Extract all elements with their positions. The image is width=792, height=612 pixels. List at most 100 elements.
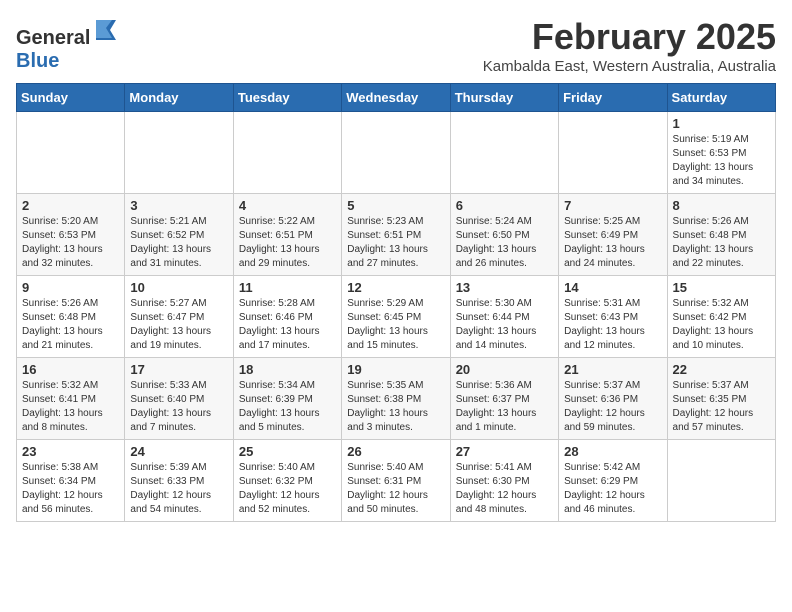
calendar-week-5: 23 Sunrise: 5:38 AM Sunset: 6:34 PM Dayli… [17,440,776,522]
calendar-week-2: 2 Sunrise: 5:20 AM Sunset: 6:53 PM Daylig… [17,194,776,276]
day-info: Sunrise: 5:39 AM Sunset: 6:33 PM Dayligh… [130,461,227,517]
calendar-cell: 27 Sunrise: 5:41 AM Sunset: 6:30 PM Dayli… [450,440,558,522]
calendar-cell: 10Sunrise: 5:27 AM Sunset: 6:47 PM Dayli… [125,276,233,358]
day-info: Sunrise: 5:19 AM Sunset: 6:53 PM Dayligh… [673,133,770,189]
day-info: Sunrise: 5:31 AM Sunset: 6:43 PM Dayligh… [564,297,661,353]
column-header-friday: Friday [559,84,667,112]
day-number: 16 [22,362,119,377]
day-number: 13 [456,280,553,295]
calendar-cell: 1 Sunrise: 5:19 AM Sunset: 6:53 PM Daylig… [667,112,775,194]
day-info: Sunrise: 5:33 AM Sunset: 6:40 PM Dayligh… [130,379,227,435]
day-info: Sunrise: 5:32 AM Sunset: 6:42 PM Dayligh… [673,297,770,353]
day-info: Sunrise: 5:28 AM Sunset: 6:46 PM Dayligh… [239,297,336,353]
day-number: 1 [673,116,770,131]
logo-general: General [16,27,90,49]
day-number: 22 [673,362,770,377]
day-info: Sunrise: 5:29 AM Sunset: 6:45 PM Dayligh… [347,297,444,353]
day-info: Sunrise: 5:37 AM Sunset: 6:36 PM Dayligh… [564,379,661,435]
column-header-tuesday: Tuesday [233,84,341,112]
day-info: Sunrise: 5:20 AM Sunset: 6:53 PM Dayligh… [22,215,119,271]
day-number: 27 [456,444,553,459]
calendar-cell: 6 Sunrise: 5:24 AM Sunset: 6:50 PM Daylig… [450,194,558,276]
calendar-week-1: 1 Sunrise: 5:19 AM Sunset: 6:53 PM Daylig… [17,112,776,194]
day-number: 19 [347,362,444,377]
day-number: 17 [130,362,227,377]
day-number: 18 [239,362,336,377]
day-info: Sunrise: 5:23 AM Sunset: 6:51 PM Dayligh… [347,215,444,271]
day-number: 8 [673,198,770,213]
calendar-cell [233,112,341,194]
column-header-saturday: Saturday [667,84,775,112]
logo-flag-icon [92,16,120,44]
day-info: Sunrise: 5:21 AM Sunset: 6:52 PM Dayligh… [130,215,227,271]
day-info: Sunrise: 5:42 AM Sunset: 6:29 PM Dayligh… [564,461,661,517]
calendar-cell: 15 Sunrise: 5:32 AM Sunset: 6:42 PM Dayli… [667,276,775,358]
calendar-cell: 24 Sunrise: 5:39 AM Sunset: 6:33 PM Dayli… [125,440,233,522]
calendar-cell [342,112,450,194]
day-info: Sunrise: 5:24 AM Sunset: 6:50 PM Dayligh… [456,215,553,271]
calendar-cell: 8 Sunrise: 5:26 AM Sunset: 6:48 PM Daylig… [667,194,775,276]
day-number: 24 [130,444,227,459]
calendar-cell: 20Sunrise: 5:36 AM Sunset: 6:37 PM Dayli… [450,358,558,440]
calendar-cell: 4 Sunrise: 5:22 AM Sunset: 6:51 PM Daylig… [233,194,341,276]
title-block: February 2025 Kambalda East, Western Aus… [483,16,776,75]
calendar-cell: 21 Sunrise: 5:37 AM Sunset: 6:36 PM Dayli… [559,358,667,440]
calendar-cell [559,112,667,194]
day-number: 9 [22,280,119,295]
day-number: 14 [564,280,661,295]
calendar-cell: 5 Sunrise: 5:23 AM Sunset: 6:51 PM Daylig… [342,194,450,276]
calendar-cell: 28 Sunrise: 5:42 AM Sunset: 6:29 PM Dayli… [559,440,667,522]
column-header-wednesday: Wednesday [342,84,450,112]
calendar-cell: 12 Sunrise: 5:29 AM Sunset: 6:45 PM Dayli… [342,276,450,358]
day-info: Sunrise: 5:27 AM Sunset: 6:47 PM Dayligh… [130,297,227,353]
calendar-cell [17,112,125,194]
day-number: 26 [347,444,444,459]
calendar-cell: 25Sunrise: 5:40 AM Sunset: 6:32 PM Dayli… [233,440,341,522]
calendar-cell [125,112,233,194]
calendar-cell: 9Sunrise: 5:26 AM Sunset: 6:48 PM Daylig… [17,276,125,358]
day-number: 11 [239,280,336,295]
day-info: Sunrise: 5:22 AM Sunset: 6:51 PM Dayligh… [239,215,336,271]
location-subtitle: Kambalda East, Western Australia, Austra… [483,58,776,75]
calendar-cell: 14 Sunrise: 5:31 AM Sunset: 6:43 PM Dayli… [559,276,667,358]
day-number: 20 [456,362,553,377]
day-info: Sunrise: 5:32 AM Sunset: 6:41 PM Dayligh… [22,379,119,435]
day-number: 21 [564,362,661,377]
day-info: Sunrise: 5:40 AM Sunset: 6:31 PM Dayligh… [347,461,444,517]
column-header-sunday: Sunday [17,84,125,112]
day-number: 5 [347,198,444,213]
day-number: 3 [130,198,227,213]
logo: General Blue [16,16,120,73]
page-header: General Blue February 2025 Kambalda East… [16,16,776,75]
calendar-table: SundayMondayTuesdayWednesdayThursdayFrid… [16,83,776,522]
day-info: Sunrise: 5:30 AM Sunset: 6:44 PM Dayligh… [456,297,553,353]
day-number: 7 [564,198,661,213]
calendar-week-3: 9Sunrise: 5:26 AM Sunset: 6:48 PM Daylig… [17,276,776,358]
day-number: 4 [239,198,336,213]
day-number: 6 [456,198,553,213]
calendar-cell: 7 Sunrise: 5:25 AM Sunset: 6:49 PM Daylig… [559,194,667,276]
calendar-cell: 17 Sunrise: 5:33 AM Sunset: 6:40 PM Dayli… [125,358,233,440]
column-header-monday: Monday [125,84,233,112]
calendar-cell: 23 Sunrise: 5:38 AM Sunset: 6:34 PM Dayli… [17,440,125,522]
day-info: Sunrise: 5:26 AM Sunset: 6:48 PM Dayligh… [673,215,770,271]
day-number: 28 [564,444,661,459]
day-info: Sunrise: 5:25 AM Sunset: 6:49 PM Dayligh… [564,215,661,271]
calendar-cell: 26 Sunrise: 5:40 AM Sunset: 6:31 PM Dayli… [342,440,450,522]
month-title: February 2025 [483,16,776,58]
calendar-cell: 22Sunrise: 5:37 AM Sunset: 6:35 PM Dayli… [667,358,775,440]
calendar-cell [667,440,775,522]
calendar-header-row: SundayMondayTuesdayWednesdayThursdayFrid… [17,84,776,112]
calendar-cell: 18Sunrise: 5:34 AM Sunset: 6:39 PM Dayli… [233,358,341,440]
day-number: 23 [22,444,119,459]
logo-blue: Blue [16,50,59,72]
calendar-cell: 3 Sunrise: 5:21 AM Sunset: 6:52 PM Daylig… [125,194,233,276]
calendar-week-4: 16 Sunrise: 5:32 AM Sunset: 6:41 PM Dayli… [17,358,776,440]
day-number: 15 [673,280,770,295]
calendar-cell: 19Sunrise: 5:35 AM Sunset: 6:38 PM Dayli… [342,358,450,440]
day-number: 12 [347,280,444,295]
day-info: Sunrise: 5:38 AM Sunset: 6:34 PM Dayligh… [22,461,119,517]
calendar-cell: 2 Sunrise: 5:20 AM Sunset: 6:53 PM Daylig… [17,194,125,276]
day-number: 2 [22,198,119,213]
day-info: Sunrise: 5:41 AM Sunset: 6:30 PM Dayligh… [456,461,553,517]
